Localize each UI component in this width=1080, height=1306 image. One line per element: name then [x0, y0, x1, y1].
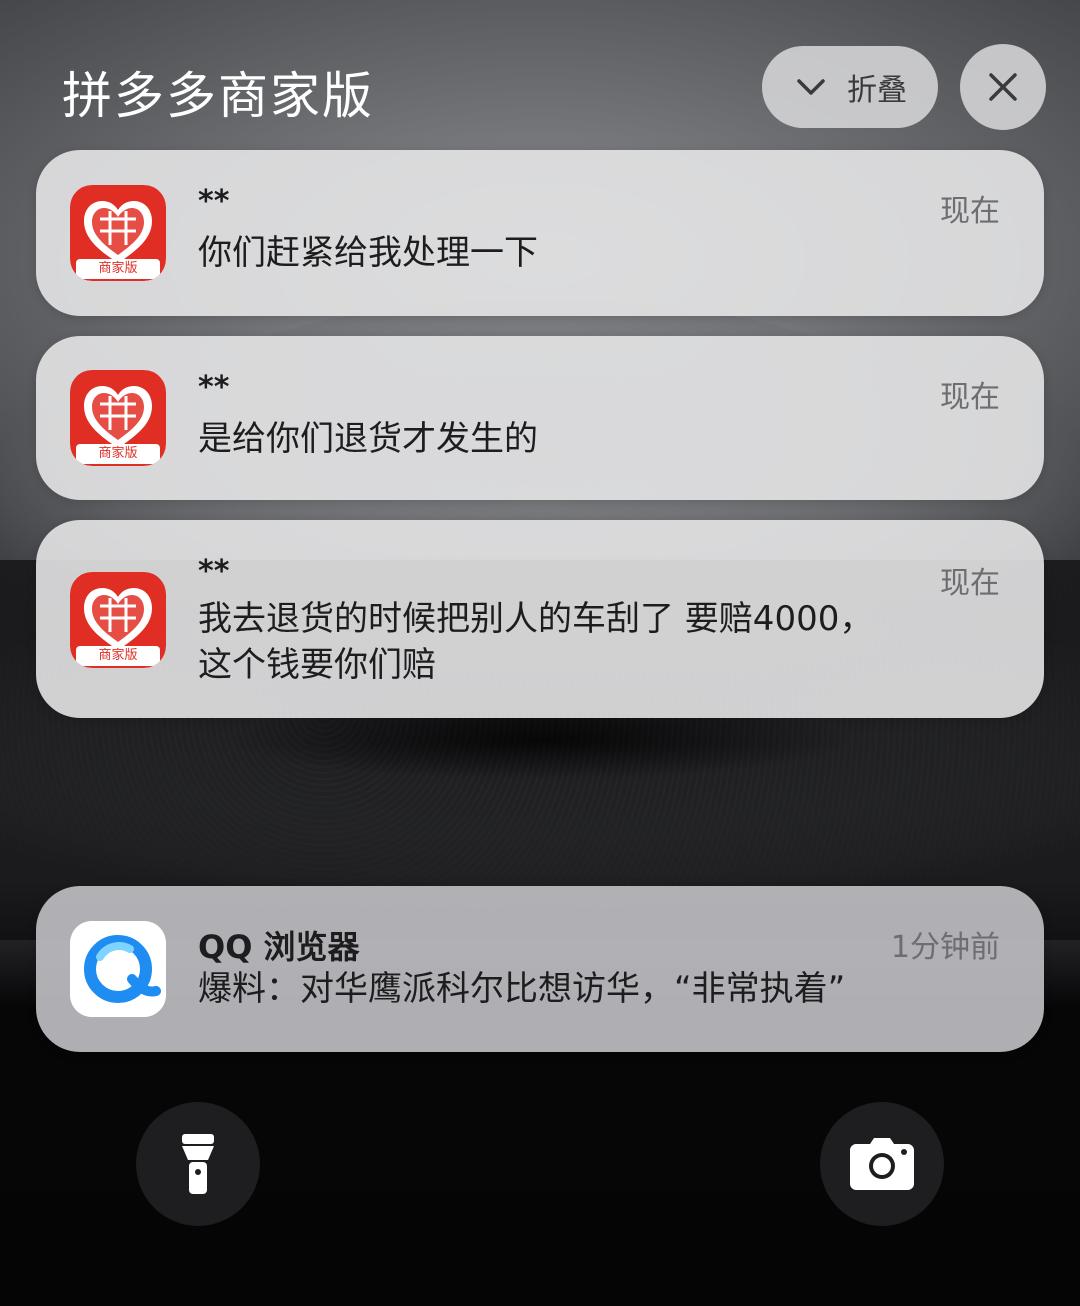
- qq-browser-notification-card[interactable]: QQ 浏览器 1分钟前 爆料：对华鹰派科尔比想访华，“非常执着”: [36, 886, 1044, 1052]
- flashlight-icon: [182, 1134, 214, 1194]
- camera-icon: [850, 1138, 914, 1190]
- close-button[interactable]: [960, 44, 1046, 130]
- flashlight-button[interactable]: [136, 1102, 260, 1226]
- icon-badge-text: 商家版: [98, 648, 138, 663]
- collapse-button[interactable]: 折叠: [762, 46, 938, 128]
- qq-browser-icon: [70, 921, 166, 1017]
- pinduoduo-merchant-icon: 商家版: [70, 572, 166, 668]
- notification-message-line-2: 这个钱要你们赔: [198, 645, 436, 685]
- icon-badge-text: 商家版: [98, 261, 138, 276]
- notification-message: 你们赶紧给我处理一下: [198, 233, 538, 273]
- notification-time: 现在: [940, 380, 1000, 415]
- notification-time: 1分钟前: [890, 930, 1000, 965]
- notification-group-title: 拼多多商家版: [62, 67, 374, 125]
- icon-badge-text: 商家版: [98, 446, 138, 461]
- notification-message: 爆料：对华鹰派科尔比想访华，“非常执着”: [198, 969, 846, 1009]
- notification-time: 现在: [940, 194, 1000, 229]
- notification-message-line-1: 我去退货的时候把别人的车刮了 要赔4000，: [198, 599, 874, 639]
- pinduoduo-merchant-icon: 商家版: [70, 370, 166, 466]
- camera-button[interactable]: [820, 1102, 944, 1226]
- notification-card[interactable]: 商家版 ** 现在 你们赶紧给我处理一下: [36, 150, 1044, 316]
- chevron-down-icon: [797, 79, 825, 95]
- collapse-label: 折叠: [847, 73, 907, 108]
- notification-sender: **: [198, 370, 230, 405]
- notification-card[interactable]: 商家版 ** 现在 是给你们退货才发生的: [36, 336, 1044, 500]
- pinduoduo-merchant-icon: 商家版: [70, 185, 166, 281]
- notification-sender: **: [198, 554, 230, 589]
- notification-app-name: QQ 浏览器: [198, 928, 360, 966]
- close-icon: [989, 73, 1017, 101]
- notification-message: 是给你们退货才发生的: [198, 419, 538, 459]
- notification-sender: **: [198, 184, 230, 219]
- notification-card[interactable]: 商家版 ** 现在 我去退货的时候把别人的车刮了 要赔4000， 这个钱要你们赔: [36, 520, 1044, 718]
